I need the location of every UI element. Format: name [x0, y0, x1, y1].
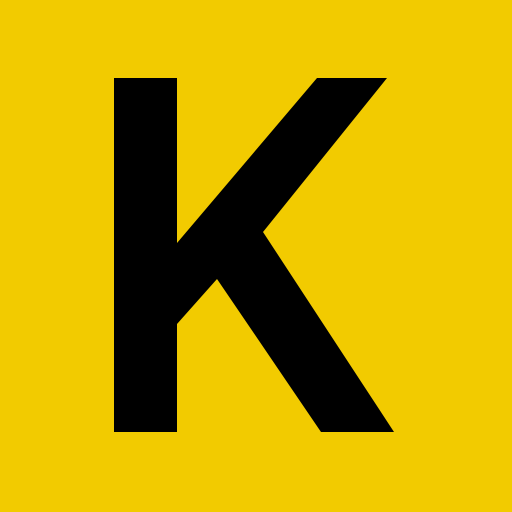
letter-k-shape	[114, 78, 394, 432]
app-icon-tile	[0, 0, 512, 512]
letter-k-logo-icon	[114, 78, 394, 432]
